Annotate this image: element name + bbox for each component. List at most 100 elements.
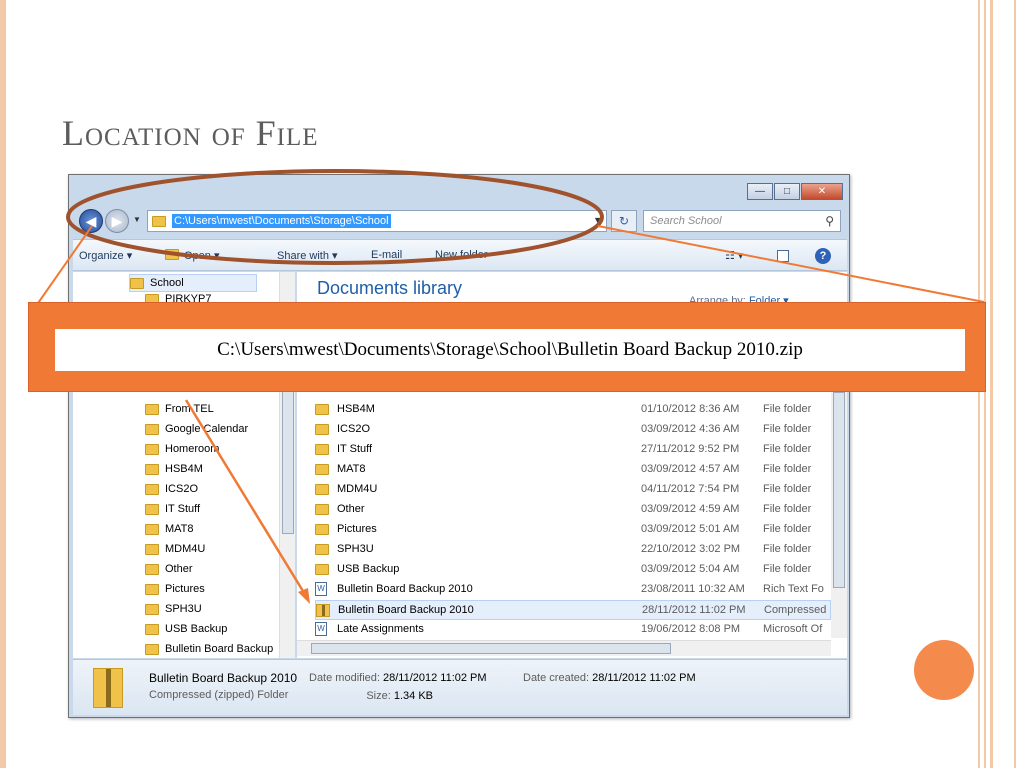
file-name: MAT8 <box>337 463 366 475</box>
file-row[interactable]: W Bulletin Board Backup 2010 23/08/2011 10… <box>315 580 831 600</box>
file-size: Size: 1.34 KB <box>309 690 433 702</box>
tree-item[interactable]: Other <box>145 560 193 578</box>
file-name: IT Stuff <box>337 443 373 455</box>
size-value: 1.34 KB <box>393 690 433 702</box>
file-row[interactable]: ICS2O 03/09/2012 4:36 AM File folder <box>315 420 831 440</box>
tree-item[interactable]: SPH3U <box>145 600 202 618</box>
search-input[interactable]: Search School ⚲ <box>643 210 841 232</box>
organize-button[interactable]: Organize ▾ <box>79 249 132 262</box>
scrollbar-thumb[interactable] <box>282 384 294 534</box>
tree-item-school[interactable]: School <box>129 274 257 292</box>
zip-folder-icon <box>316 604 330 617</box>
tree-item[interactable]: MAT8 <box>145 520 194 538</box>
tree-item-label: Homeroom <box>165 443 220 455</box>
file-name: MDM4U <box>337 483 378 495</box>
file-type: File folder <box>763 423 812 435</box>
address-bar[interactable]: C:\Users\mwest\Documents\Storage\School … <box>147 210 607 232</box>
close-button[interactable]: ✕ <box>801 183 843 200</box>
file-row[interactable]: MAT8 03/09/2012 4:57 AM File folder <box>315 460 831 480</box>
email-button[interactable]: E-mail <box>371 249 402 261</box>
slide-border-right <box>990 0 993 768</box>
file-type: File folder <box>763 563 812 575</box>
file-type: File folder <box>763 403 812 415</box>
tree-item[interactable]: From TEL <box>145 400 214 418</box>
folder-icon <box>145 543 159 555</box>
slide-title: Location of File <box>62 113 319 153</box>
explorer-window: — □ ✕ ◀ ▶ ▼ C:\Users\mwest\Documents\Sto… <box>68 174 850 718</box>
file-row[interactable]: W Late Assignments 19/06/2012 8:08 PM Micro… <box>315 620 831 640</box>
tree-item[interactable]: IT Stuff <box>145 500 200 518</box>
help-icon[interactable]: ? <box>815 248 831 264</box>
file-type: File folder <box>763 443 812 455</box>
refresh-button[interactable]: ↻ <box>611 210 637 232</box>
tree-item[interactable]: Homeroom <box>145 440 219 458</box>
file-date: 03/09/2012 4:57 AM <box>641 463 740 475</box>
slide-border-right <box>1014 0 1016 768</box>
maximize-button[interactable]: □ <box>774 183 800 200</box>
history-dropdown-icon[interactable]: ▼ <box>133 215 141 224</box>
search-icon[interactable]: ⚲ <box>825 214 834 228</box>
folder-icon <box>315 444 329 455</box>
forward-button[interactable]: ▶ <box>105 209 129 233</box>
file-row[interactable]: IT Stuff 27/11/2012 9:52 PM File folder <box>315 440 831 460</box>
folder-icon <box>315 564 329 575</box>
address-path[interactable]: C:\Users\mwest\Documents\Storage\School <box>172 214 391 228</box>
tree-item-label: School <box>150 277 184 289</box>
file-row[interactable]: MDM4U 04/11/2012 7:54 PM File folder <box>315 480 831 500</box>
scrollbar-thumb[interactable] <box>311 643 671 654</box>
tree-item[interactable]: HSB4M <box>145 460 203 478</box>
tree-item[interactable]: ICS2O <box>145 480 198 498</box>
folder-icon <box>315 404 329 415</box>
open-button[interactable]: Open ▾ <box>165 249 220 262</box>
tree-item-label: Other <box>165 563 193 575</box>
file-row[interactable]: HSB4M 01/10/2012 8:36 AM File folder <box>315 400 831 420</box>
folder-icon <box>145 603 159 615</box>
file-row[interactable]: USB Backup 03/09/2012 5:04 AM File folder <box>315 560 831 580</box>
folder-icon <box>315 524 329 535</box>
file-row-selected[interactable]: Bulletin Board Backup 2010 28/11/2012 11:… <box>315 600 831 620</box>
share-with-button[interactable]: Share with ▾ <box>277 249 338 262</box>
file-row[interactable]: Other 03/09/2012 4:59 AM File folder <box>315 500 831 520</box>
file-list-scrollbar[interactable] <box>831 372 847 638</box>
file-date: 03/09/2012 4:59 AM <box>641 503 740 515</box>
search-placeholder: Search School <box>650 215 722 227</box>
address-dropdown-icon[interactable]: ▼ <box>593 215 602 225</box>
file-type: Compressed <box>764 604 827 616</box>
tree-item-label: MAT8 <box>165 523 194 535</box>
selected-file-name: Bulletin Board Backup 2010 <box>149 671 298 685</box>
tree-item[interactable]: MDM4U <box>145 540 205 558</box>
new-folder-button[interactable]: New folder <box>435 249 488 261</box>
zip-folder-icon <box>93 668 123 708</box>
document-icon: W <box>315 622 327 636</box>
tree-item[interactable]: USB Backup <box>145 620 227 638</box>
slide-border-left <box>0 0 6 768</box>
file-row[interactable]: SPH3U 22/10/2012 3:02 PM File folder <box>315 540 831 560</box>
tree-item[interactable]: Pictures <box>145 580 205 598</box>
preview-pane-icon[interactable] <box>777 250 789 262</box>
file-type: Microsoft Of <box>763 623 823 635</box>
tree-item-label: Bulletin Board Backup <box>165 643 274 655</box>
folder-icon <box>315 544 329 555</box>
file-type: File folder <box>763 543 812 555</box>
back-button[interactable]: ◀ <box>79 209 103 233</box>
file-type: Rich Text Fo <box>763 583 824 595</box>
file-date: 22/10/2012 3:02 PM <box>641 543 741 555</box>
open-icon <box>165 249 179 260</box>
folder-icon <box>145 643 159 655</box>
folder-icon <box>145 463 159 475</box>
selected-file-kind: Compressed (zipped) Folder <box>149 689 289 701</box>
change-view-icon[interactable]: ☷ ▾ <box>725 249 743 262</box>
tree-item[interactable]: Bulletin Board Backup <box>145 640 273 658</box>
date-created-label: Date created: <box>523 672 590 684</box>
scrollbar-thumb[interactable] <box>833 392 845 588</box>
file-row[interactable]: Pictures 03/09/2012 5:01 AM File folder <box>315 520 831 540</box>
folder-icon <box>145 483 159 495</box>
horizontal-scrollbar[interactable] <box>297 640 831 656</box>
minimize-button[interactable]: — <box>747 183 773 200</box>
tree-item[interactable]: Google Calendar <box>145 420 248 438</box>
file-name: Other <box>337 503 365 515</box>
file-date: 03/09/2012 5:04 AM <box>641 563 740 575</box>
file-type: File folder <box>763 483 812 495</box>
size-label: Size: <box>366 690 391 702</box>
folder-icon <box>315 484 329 495</box>
